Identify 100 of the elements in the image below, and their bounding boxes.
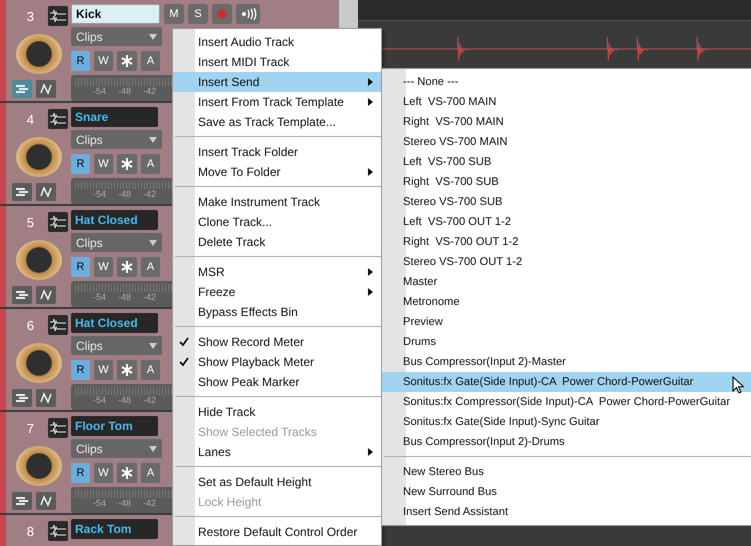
menu-item[interactable]: Right VS-700 SUB xyxy=(382,172,751,192)
menu-item[interactable]: Stereo VS-700 OUT 1-2 xyxy=(382,252,751,272)
menu-item[interactable]: Show Peak Marker xyxy=(173,372,381,392)
menu-item[interactable]: Preview xyxy=(382,312,751,332)
asterisk-icon[interactable] xyxy=(117,257,137,277)
caret-icon xyxy=(149,34,157,40)
echo-icon[interactable] xyxy=(236,4,260,24)
menu-item[interactable]: Restore Default Control Order xyxy=(173,522,381,542)
track-name-field[interactable]: Hat Closed xyxy=(71,210,158,230)
lanes-icon[interactable] xyxy=(12,492,32,510)
arm-button[interactable]: A xyxy=(141,463,160,483)
track-name-field[interactable]: Hat Closed xyxy=(71,313,158,333)
write-button[interactable]: W xyxy=(94,360,113,380)
clips-dropdown[interactable]: Clips xyxy=(71,439,162,458)
track-name-field[interactable]: Rack Tom xyxy=(71,519,158,539)
menu-item[interactable]: Insert Audio Track xyxy=(173,32,381,52)
waveform-icon[interactable] xyxy=(48,521,68,541)
automation-icon[interactable] xyxy=(36,80,56,98)
menu-item[interactable]: Move To Folder xyxy=(173,162,381,182)
menu-item[interactable]: New Stereo Bus xyxy=(382,462,751,482)
menu-item[interactable]: Save as Track Template... xyxy=(173,112,381,132)
write-button[interactable]: W xyxy=(94,154,113,174)
menu-item[interactable]: Bus Compressor(Input 2)-Drums xyxy=(382,432,751,452)
menu-item[interactable]: Drums xyxy=(382,332,751,352)
arm-button[interactable]: A xyxy=(141,360,160,380)
meter-scale-label: -48 xyxy=(118,498,132,508)
menu-item[interactable]: Make Instrument Track xyxy=(173,192,381,212)
submenu-arrow-icon xyxy=(368,78,373,86)
lanes-icon[interactable] xyxy=(12,389,32,407)
waveform-icon[interactable] xyxy=(48,315,68,335)
menu-item[interactable]: Delete Track xyxy=(173,232,381,252)
menu-item[interactable]: Insert From Track Template xyxy=(173,92,381,112)
menu-item[interactable]: Stereo VS-700 MAIN xyxy=(382,132,751,152)
menu-item[interactable]: Bypass Effects Bin xyxy=(173,302,381,322)
write-button[interactable]: W xyxy=(94,463,113,483)
menu-item[interactable]: Insert Send Assistant xyxy=(382,502,751,522)
waveform-icon[interactable] xyxy=(48,212,68,232)
clips-dropdown[interactable]: Clips xyxy=(71,336,162,355)
menu-item[interactable]: Set as Default Height xyxy=(173,472,381,492)
menu-item[interactable]: Right VS-700 MAIN xyxy=(382,112,751,132)
asterisk-icon[interactable] xyxy=(117,154,137,174)
lanes-icon[interactable] xyxy=(12,183,32,201)
menu-item[interactable]: Clone Track... xyxy=(173,212,381,232)
clips-dropdown[interactable]: Clips xyxy=(71,27,162,46)
submenu-arrow-icon xyxy=(368,448,373,456)
clips-dropdown[interactable]: Clips xyxy=(71,233,162,252)
menu-item[interactable]: Freeze xyxy=(173,282,381,302)
menu-item[interactable]: Master xyxy=(382,272,751,292)
menu-item[interactable]: Right VS-700 OUT 1-2 xyxy=(382,232,751,252)
write-button[interactable]: W xyxy=(94,257,113,277)
waveform-icon[interactable] xyxy=(48,418,68,438)
menu-item[interactable]: Stereo VS-700 SUB xyxy=(382,192,751,212)
menu-item[interactable]: MSR xyxy=(173,262,381,282)
meter-scale-label: -48 xyxy=(118,395,132,405)
menu-item[interactable]: Insert Send xyxy=(173,72,381,92)
menu-item[interactable]: Show Playback Meter xyxy=(173,352,381,372)
menu-item[interactable]: Sonitus:fx Gate(Side Input)-Sync Guitar xyxy=(382,412,751,432)
mouse-pointer-icon xyxy=(732,376,744,394)
read-button[interactable]: R xyxy=(71,360,90,380)
arm-button[interactable]: A xyxy=(141,257,160,277)
waveform-icon[interactable] xyxy=(48,109,68,129)
menu-item[interactable]: Insert MIDI Track xyxy=(173,52,381,72)
menu-item[interactable]: Lanes xyxy=(173,442,381,462)
menu-item[interactable]: Left VS-700 OUT 1-2 xyxy=(382,212,751,232)
meter-scale-label: -48 xyxy=(118,86,132,96)
menu-item[interactable]: Left VS-700 MAIN xyxy=(382,92,751,112)
menu-item[interactable]: Insert Track Folder xyxy=(173,142,381,162)
clips-dropdown[interactable]: Clips xyxy=(71,130,162,149)
menu-item[interactable]: Sonitus:fx Gate(Side Input)-CA Power Chord-PowerGuitar xyxy=(382,372,751,392)
menu-item[interactable]: --- None --- xyxy=(382,72,751,92)
track-name-field[interactable]: Floor Tom xyxy=(71,416,158,436)
lanes-icon[interactable] xyxy=(12,80,32,98)
read-button[interactable]: R xyxy=(71,51,90,71)
menu-item[interactable]: Bus Compressor(Input 2)-Master xyxy=(382,352,751,372)
asterisk-icon[interactable] xyxy=(117,360,137,380)
read-button[interactable]: R xyxy=(71,257,90,277)
arm-button[interactable]: A xyxy=(141,154,160,174)
meter-scale-label: -54 xyxy=(93,189,106,199)
track-button[interactable]: S xyxy=(188,4,208,24)
asterisk-icon[interactable] xyxy=(117,51,137,71)
automation-icon[interactable] xyxy=(36,492,56,510)
arm-button[interactable]: A xyxy=(141,51,160,71)
menu-item[interactable]: Hide Track xyxy=(173,402,381,422)
read-button[interactable]: R xyxy=(71,463,90,483)
track-button[interactable]: M xyxy=(164,4,184,24)
menu-item[interactable]: Show Record Meter xyxy=(173,332,381,352)
menu-item[interactable]: New Surround Bus xyxy=(382,482,751,502)
automation-icon[interactable] xyxy=(36,183,56,201)
waveform-icon[interactable] xyxy=(48,6,68,26)
menu-item[interactable]: Sonitus:fx Compressor(Side Input)-CA Power Chord-PowerGuitar xyxy=(382,392,751,412)
menu-item[interactable]: Left VS-700 SUB xyxy=(382,152,751,172)
automation-icon[interactable] xyxy=(36,286,56,304)
track-name-field[interactable]: Snare xyxy=(71,107,158,127)
automation-icon[interactable] xyxy=(36,389,56,407)
asterisk-icon[interactable] xyxy=(117,463,137,483)
read-button[interactable]: R xyxy=(71,154,90,174)
write-button[interactable]: W xyxy=(94,51,113,71)
menu-item[interactable]: Metronome xyxy=(382,292,751,312)
track-name-field[interactable]: Kick xyxy=(71,4,160,24)
lanes-icon[interactable] xyxy=(12,286,32,304)
